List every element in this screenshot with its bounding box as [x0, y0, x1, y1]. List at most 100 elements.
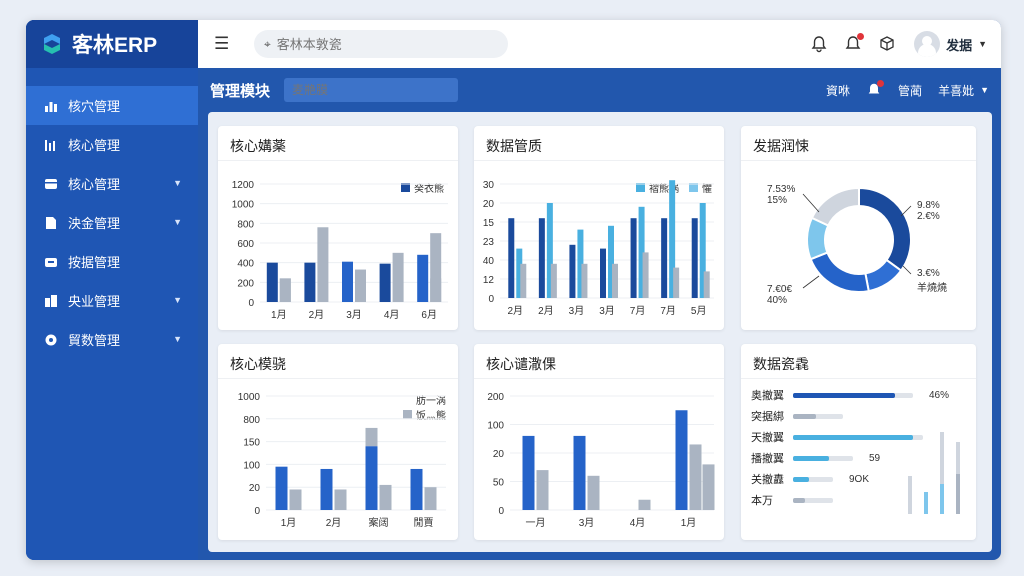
subbar-link-1[interactable]: 資咻	[826, 82, 850, 99]
x-tick-label: 2月	[508, 305, 524, 317]
bar-series-3	[520, 263, 527, 298]
bar-series-3	[612, 263, 618, 298]
cube-icon[interactable]	[878, 35, 896, 53]
bar-series-2	[638, 499, 651, 510]
y-tick-label: 600	[237, 239, 254, 250]
subbar-link-3[interactable]: 羊喜妣	[938, 82, 974, 99]
leader-line	[902, 265, 912, 275]
bar-series-1	[675, 410, 688, 510]
x-tick-label: 1月	[681, 517, 697, 529]
donut-value: 40%	[767, 295, 788, 306]
bell-icon[interactable]	[866, 80, 885, 98]
progress-card: 数据瓷毳 奥撤翼 46% 突据綁 天撤翼 播撤翼 59 关撤纛 9OK 本万	[741, 344, 976, 540]
bar-series-3	[642, 252, 649, 298]
x-tick-label: 6月	[421, 309, 437, 321]
app-logo[interactable]: 客林ERP	[26, 20, 198, 68]
chevron-down-icon[interactable]: ▼	[173, 295, 182, 305]
bar-series-2	[689, 444, 702, 510]
x-tick-label: 閒賈	[414, 517, 434, 529]
notification-bell-icon[interactable]	[844, 33, 865, 53]
chevron-down-icon[interactable]: ▼	[980, 85, 989, 95]
y-tick-label: 200	[237, 278, 254, 289]
bar-series-2	[536, 470, 549, 510]
bell-icon[interactable]	[810, 35, 828, 53]
sidebar-item-3[interactable]: 核心管理 ▼	[26, 164, 198, 203]
y-tick-label: 0	[488, 294, 494, 305]
bar-series-3	[430, 278, 442, 302]
sidebar-item-2[interactable]: 核心管理	[26, 125, 198, 164]
sidebar-item-4[interactable]: 泱金管理 ▼	[26, 203, 198, 242]
sidebar-item-6[interactable]: 央业管理 ▼	[26, 281, 198, 320]
y-tick-label: 40	[483, 256, 495, 267]
y-tick-label: 800	[243, 415, 260, 426]
y-tick-label: 20	[249, 483, 261, 494]
box-icon	[44, 255, 58, 269]
bar-series-2	[424, 487, 437, 510]
x-tick-label: 5月	[691, 305, 707, 317]
bar-series-1	[573, 435, 586, 510]
leader-line	[802, 193, 820, 213]
bar-series-3	[581, 263, 588, 298]
y-tick-label: 23	[483, 237, 495, 248]
sidebar-item-1[interactable]: 核穴管理	[26, 86, 198, 125]
x-tick-label: 3月	[569, 305, 585, 317]
y-tick-label: 20	[493, 449, 505, 460]
subbar-link-2[interactable]: 管蔺	[898, 82, 922, 99]
dashboard-content: 核心媾薬 癸衣熊 1200 1000 800 600 400 200 0 1月 2月 3月 4月 6月…	[208, 112, 992, 552]
bar-series-2	[392, 252, 404, 302]
bar-chart-2: 30 20 15 23 40 12 0 2月 2月 3月 3月 7月 7月 5月	[483, 180, 714, 317]
bar-series-1	[417, 254, 429, 302]
avatar[interactable]	[914, 31, 941, 57]
y-tick-label: 100	[243, 460, 260, 471]
hamburger-icon[interactable]: ☰	[214, 34, 234, 54]
x-tick-label: 1月	[271, 309, 287, 321]
x-tick-label: 2月	[538, 305, 554, 317]
app-window: 客林ERP 核穴管理 核心管理 核心管理 ▼ 泱金管理 ▼ 按据管理 央业管理 ▼ 貿数管理 ▼ ☰…	[26, 20, 1001, 560]
x-tick-label: 4月	[630, 517, 646, 529]
chart-card-1: 核心媾薬 癸衣熊 1200 1000 800 600 400 200 0 1月 2月 3月 4月 6月	[218, 126, 458, 330]
donut-label-rm: 3.€% 羊燒燒	[917, 268, 947, 294]
y-tick-label: 20	[483, 199, 495, 210]
module-search-input[interactable]	[284, 78, 459, 102]
bar-series-1	[661, 218, 668, 298]
page-title: 管理模块	[210, 82, 271, 100]
sidebar-item-label: 泱金管理	[68, 216, 121, 231]
chevron-down-icon[interactable]: ▼	[173, 334, 182, 344]
sidebar-item-label: 央业管理	[68, 294, 121, 309]
chevron-down-icon[interactable]: ▼	[978, 39, 987, 49]
bar-series-1	[410, 468, 423, 510]
y-tick-label: 1200	[232, 180, 255, 191]
x-tick-label: 2月	[309, 309, 325, 321]
top-bar: ☰ ⌖ 发据 ▼	[198, 20, 1001, 68]
sidebar-item-label: 核心管理	[68, 177, 121, 192]
y-tick-label: 800	[237, 219, 254, 230]
bars-icon	[44, 138, 58, 152]
search-input[interactable]	[276, 36, 477, 52]
gear-icon	[44, 333, 58, 347]
x-tick-label: 2月	[326, 517, 342, 529]
y-tick-label: 400	[237, 259, 254, 270]
bar-series-1	[379, 263, 391, 302]
donut-value: 7.€0€	[767, 284, 793, 295]
donut-slice	[858, 186, 912, 272]
global-search[interactable]: ⌖	[254, 30, 508, 58]
y-tick-label: 12	[483, 275, 495, 286]
sidebar-item-label: 核心管理	[68, 138, 121, 153]
bar-series-3	[279, 278, 291, 302]
x-tick-label: 7月	[660, 305, 676, 317]
donut-value: 7.53%	[767, 184, 796, 195]
chevron-down-icon[interactable]: ▼	[173, 217, 182, 227]
x-tick-label: 1月	[281, 517, 297, 529]
building-icon	[44, 294, 58, 308]
sidebar-item-7[interactable]: 貿数管理 ▼	[26, 320, 198, 359]
sidebar-item-label: 貿数管理	[68, 333, 121, 348]
bar-series-2	[334, 489, 347, 510]
user-name[interactable]: 发据	[946, 35, 972, 54]
bar-series-2	[587, 475, 600, 510]
sidebar-item-5[interactable]: 按据管理	[26, 242, 198, 281]
search-icon: ⌖	[264, 36, 271, 51]
donut-label-rt: 9.8% 2.€%	[917, 200, 940, 222]
bar-series-1	[522, 435, 535, 510]
bar-series-2	[317, 227, 329, 302]
chevron-down-icon[interactable]: ▼	[173, 178, 182, 188]
